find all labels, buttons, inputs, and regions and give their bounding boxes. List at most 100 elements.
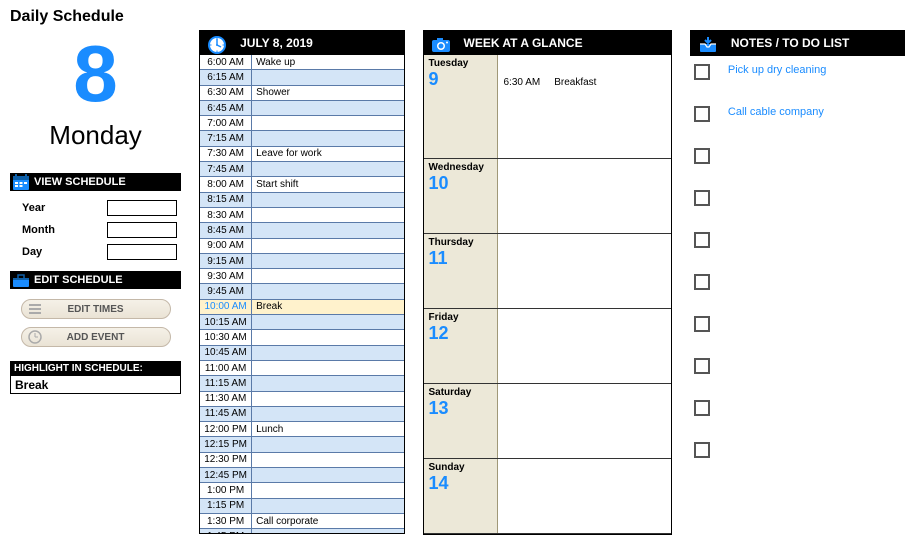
schedule-row[interactable]: 6:45 AM — [200, 101, 403, 116]
schedule-row[interactable]: 8:15 AM — [200, 193, 403, 208]
highlight-input[interactable] — [10, 376, 181, 394]
note-checkbox[interactable] — [694, 442, 710, 458]
edit-schedule-label: EDIT SCHEDULE — [34, 274, 123, 286]
week-day-name: Sunday — [429, 462, 492, 473]
schedule-event — [252, 70, 403, 84]
schedule-row[interactable]: 7:00 AM — [200, 116, 403, 131]
schedule-row[interactable]: 12:30 PM — [200, 453, 403, 468]
note-checkbox[interactable] — [694, 148, 710, 164]
schedule-event — [252, 392, 403, 406]
schedule-time: 10:15 AM — [200, 315, 252, 329]
week-day[interactable]: Wednesday10 — [424, 159, 671, 234]
week-event-time: 6:30 AM — [504, 77, 541, 88]
week-day-number: 13 — [429, 398, 492, 419]
week-day-events — [498, 309, 671, 383]
schedule-event: Lunch — [252, 422, 403, 436]
schedule-row[interactable]: 10:15 AM — [200, 315, 403, 330]
note-checkbox[interactable] — [694, 64, 710, 80]
schedule-row[interactable]: 1:15 PM — [200, 499, 403, 514]
schedule-time: 1:30 PM — [200, 514, 252, 528]
schedule-event — [252, 284, 403, 298]
schedule-row[interactable]: 10:00 AMBreak — [200, 300, 403, 315]
note-checkbox[interactable] — [694, 316, 710, 332]
week-day-name: Friday — [429, 312, 492, 323]
week-day-events — [498, 384, 671, 458]
date-number: 8 — [73, 38, 118, 110]
week-day[interactable]: Tuesday96:30 AMBreakfast — [424, 55, 671, 159]
schedule-event — [252, 376, 403, 390]
week-day[interactable]: Thursday11 — [424, 234, 671, 309]
schedule-time: 8:15 AM — [200, 193, 252, 207]
week-day-events — [498, 159, 671, 233]
schedule-row[interactable]: 11:45 AM — [200, 407, 403, 422]
schedule-row[interactable]: 1:45 PM — [200, 529, 403, 533]
schedule-row[interactable]: 12:45 PM — [200, 468, 403, 483]
note-row — [690, 224, 905, 266]
week-day[interactable]: Saturday13 — [424, 384, 671, 459]
week-column: WEEK AT A GLANCE Tuesday96:30 AMBreakfas… — [423, 30, 672, 535]
schedule-event: Wake up — [252, 55, 403, 69]
note-checkbox[interactable] — [694, 358, 710, 374]
month-input[interactable] — [107, 222, 177, 238]
year-input[interactable] — [107, 200, 177, 216]
schedule-row[interactable]: 6:00 AMWake up — [200, 55, 403, 70]
date-day: Monday — [49, 120, 142, 151]
note-row: Pick up dry cleaning — [690, 56, 905, 98]
week-day[interactable]: Sunday14 — [424, 459, 671, 534]
schedule-time: 7:15 AM — [200, 131, 252, 145]
schedule-row[interactable]: 11:15 AM — [200, 376, 403, 391]
schedule-event — [252, 162, 403, 176]
note-checkbox[interactable] — [694, 232, 710, 248]
schedule-time: 1:00 PM — [200, 483, 252, 497]
schedule-row[interactable]: 12:00 PMLunch — [200, 422, 403, 437]
schedule-event — [252, 208, 403, 222]
schedule-row[interactable]: 8:30 AM — [200, 208, 403, 223]
note-checkbox[interactable] — [694, 400, 710, 416]
schedule-row[interactable]: 9:00 AM — [200, 239, 403, 254]
note-checkbox[interactable] — [694, 106, 710, 122]
schedule-row[interactable]: 1:30 PMCall corporate — [200, 514, 403, 529]
schedule-column: JULY 8, 2019 6:00 AMWake up6:15 AM6:30 A… — [199, 30, 404, 534]
schedule-row[interactable]: 8:00 AMStart shift — [200, 177, 403, 192]
clock-plus-icon — [28, 330, 44, 346]
schedule-time: 7:00 AM — [200, 116, 252, 130]
note-checkbox[interactable] — [694, 190, 710, 206]
note-text[interactable]: Pick up dry cleaning — [728, 64, 826, 76]
schedule-row[interactable]: 10:45 AM — [200, 346, 403, 361]
note-row — [690, 434, 905, 476]
edit-times-button[interactable]: EDIT TIMES — [21, 299, 171, 319]
schedule-row[interactable]: 11:00 AM — [200, 361, 403, 376]
schedule-row[interactable]: 9:30 AM — [200, 269, 403, 284]
add-event-button[interactable]: ADD EVENT — [21, 327, 171, 347]
schedule-row[interactable]: 10:30 AM — [200, 330, 403, 345]
view-schedule-header: VIEW SCHEDULE — [10, 173, 181, 191]
note-text[interactable]: Call cable company — [728, 106, 824, 118]
week-day[interactable]: Friday12 — [424, 309, 671, 384]
schedule-row[interactable]: 8:45 AM — [200, 223, 403, 238]
schedule-time: 10:30 AM — [200, 330, 252, 344]
note-row — [690, 308, 905, 350]
schedule-event — [252, 346, 403, 360]
day-input[interactable] — [107, 244, 177, 260]
week-header-label: WEEK AT A GLANCE — [464, 36, 583, 50]
schedule-row[interactable]: 1:00 PM — [200, 483, 403, 498]
schedule-row[interactable]: 7:15 AM — [200, 131, 403, 146]
schedule-event — [252, 254, 403, 268]
note-checkbox[interactable] — [694, 274, 710, 290]
schedule-row[interactable]: 6:15 AM — [200, 70, 403, 85]
week-day-number: 9 — [429, 69, 492, 90]
list-icon — [28, 302, 44, 318]
schedule-time: 1:45 PM — [200, 529, 252, 533]
note-row — [690, 266, 905, 308]
schedule-row[interactable]: 9:15 AM — [200, 254, 403, 269]
schedule-row[interactable]: 9:45 AM — [200, 284, 403, 299]
week-day-events: 6:30 AMBreakfast — [498, 55, 671, 158]
schedule-row[interactable]: 6:30 AMShower — [200, 86, 403, 101]
schedule-row[interactable]: 7:30 AMLeave for work — [200, 147, 403, 162]
schedule-row[interactable]: 11:30 AM — [200, 392, 403, 407]
schedule-row[interactable]: 7:45 AM — [200, 162, 403, 177]
schedule-event — [252, 361, 403, 375]
schedule-time: 8:30 AM — [200, 208, 252, 222]
schedule-event: Leave for work — [252, 147, 403, 161]
schedule-row[interactable]: 12:15 PM — [200, 437, 403, 452]
